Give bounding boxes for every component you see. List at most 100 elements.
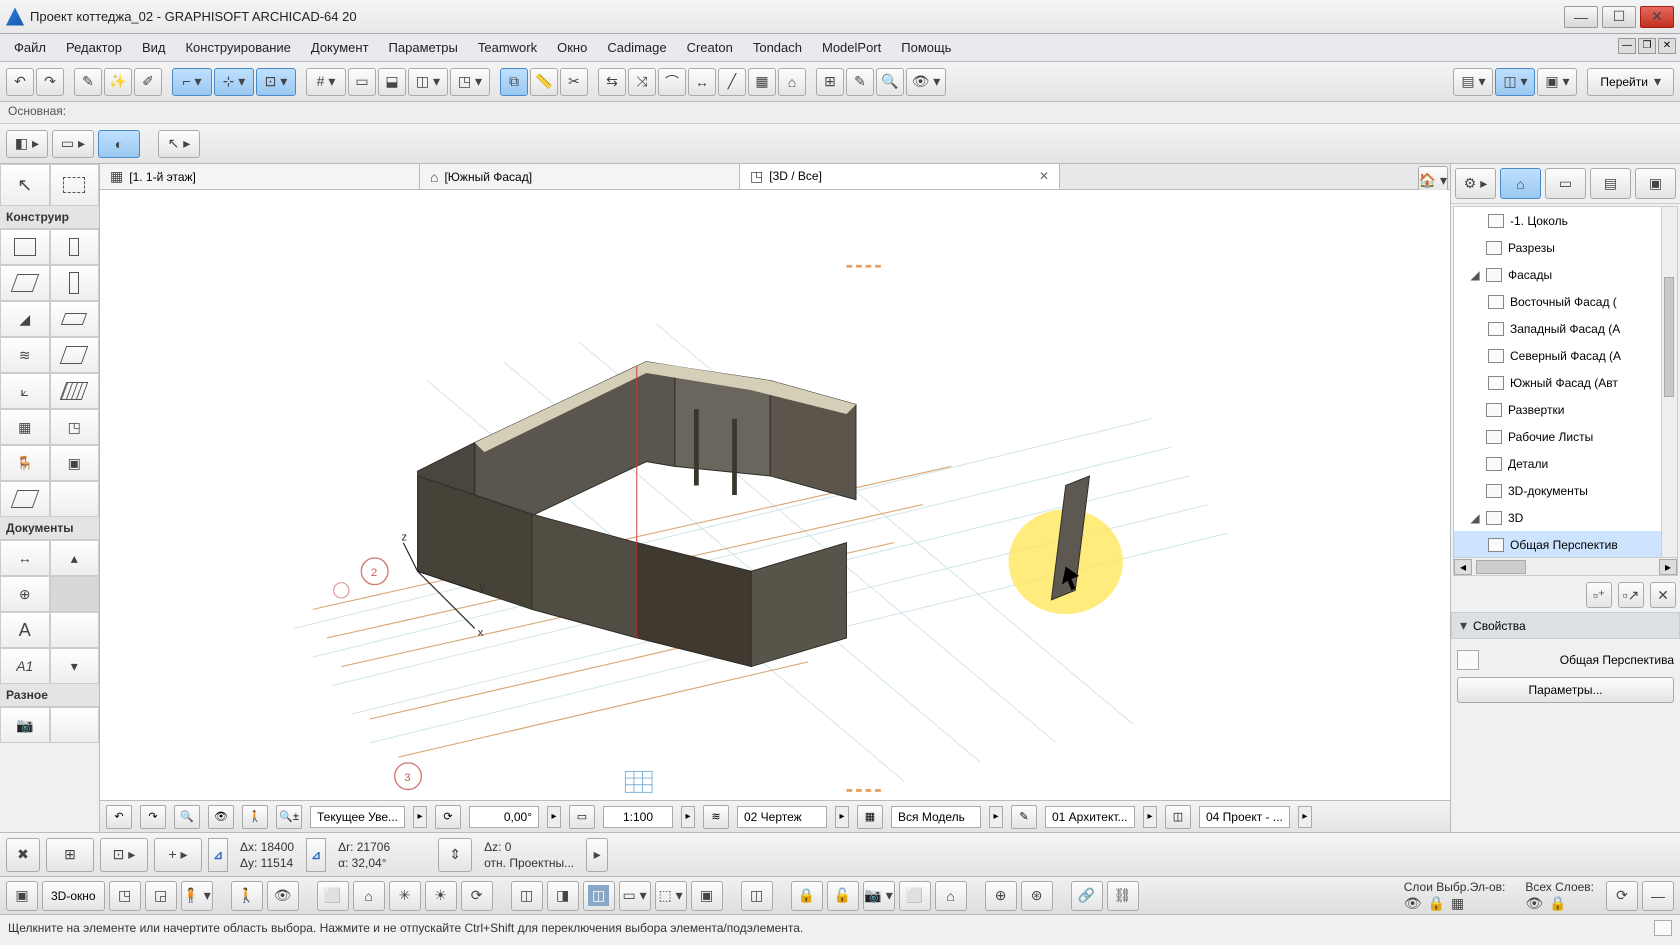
undo-button[interactable]: ↶ bbox=[6, 68, 34, 96]
tree-interior-elev[interactable]: Развертки bbox=[1454, 396, 1677, 423]
menu-creaton[interactable]: Creaton bbox=[677, 36, 743, 59]
gravity-button[interactable]: ⬓ bbox=[378, 68, 406, 96]
tree-3d[interactable]: ◢3D bbox=[1454, 504, 1677, 531]
pick-button[interactable]: ✎ bbox=[74, 68, 102, 96]
suspend-groups-button[interactable]: ⧉ bbox=[500, 68, 528, 96]
project-field[interactable]: 04 Проект - ... bbox=[1199, 806, 1290, 828]
geometry-method-button[interactable]: ▭ ▸ bbox=[52, 130, 94, 158]
walk-button[interactable]: 🚶 bbox=[242, 805, 268, 829]
offset-button[interactable]: ▦ bbox=[748, 68, 776, 96]
grid-button[interactable]: # ▾ bbox=[306, 68, 346, 96]
explore-dropdown[interactable]: 🧍 ▾ bbox=[181, 881, 213, 911]
show-all[interactable]: ⬜ bbox=[899, 881, 931, 911]
layer-extra1[interactable]: ⟳ bbox=[1606, 881, 1638, 911]
elem-info-button[interactable]: ⊞ bbox=[816, 68, 844, 96]
tree-details[interactable]: Детали bbox=[1454, 450, 1677, 477]
drawing-dropdown[interactable]: ▸ bbox=[835, 806, 849, 828]
aux2[interactable] bbox=[50, 612, 100, 648]
tree-north-elev[interactable]: Северный Фасад (А bbox=[1454, 342, 1677, 369]
fillet-button[interactable]: ⌒ bbox=[658, 68, 686, 96]
tree-south-elev[interactable]: Южный Фасад (Авт bbox=[1454, 369, 1677, 396]
reorient-button[interactable]: ⊛ bbox=[1021, 881, 1053, 911]
eye-icon[interactable]: 👁 bbox=[1525, 895, 1543, 912]
nav-project-map-button[interactable]: ⌂ bbox=[1500, 168, 1541, 199]
status-icon[interactable] bbox=[1654, 920, 1672, 936]
shell-tool[interactable] bbox=[50, 337, 100, 373]
menu-options[interactable]: Параметры bbox=[379, 36, 468, 59]
guideline-button[interactable]: ⌐ ▾ bbox=[172, 68, 212, 96]
navigator-tree[interactable]: -1. Цоколь Разрезы ◢Фасады Восточный Фас… bbox=[1453, 206, 1678, 576]
coord-mode2[interactable]: ⊡ ▸ bbox=[100, 838, 148, 872]
new-view-button[interactable]: ▫⁺ bbox=[1586, 582, 1612, 608]
sun-button[interactable]: ☀ bbox=[425, 881, 457, 911]
tree-vscrollbar[interactable] bbox=[1661, 207, 1677, 557]
orbit-button[interactable]: 👁 bbox=[208, 805, 234, 829]
menu-view[interactable]: Вид bbox=[132, 36, 176, 59]
workspace-button[interactable]: ▣ ▾ bbox=[1537, 68, 1577, 96]
origin-button[interactable]: ✖ bbox=[6, 838, 40, 872]
clip-dropdown[interactable]: ▭ ▾ bbox=[619, 881, 651, 911]
tree-worksheets[interactable]: Рабочие Листы bbox=[1454, 423, 1677, 450]
lamp-tool[interactable] bbox=[0, 481, 50, 517]
3d-window-icon[interactable]: ▣ bbox=[6, 881, 38, 911]
marquee-tool[interactable] bbox=[50, 164, 100, 206]
redo-button[interactable]: ↷ bbox=[36, 68, 64, 96]
show-hide-button[interactable]: 👁 ▾ bbox=[906, 68, 946, 96]
mode-walk[interactable]: 🚶 bbox=[231, 881, 263, 911]
drawing-field[interactable]: 02 Чертеж bbox=[737, 806, 827, 828]
tree-east-elev[interactable]: Восточный Фасад ( bbox=[1454, 288, 1677, 315]
magic-wand-button[interactable]: ✨ bbox=[104, 68, 132, 96]
tree-hscrollbar[interactable]: ◂▸ bbox=[1454, 557, 1677, 575]
minimize-button[interactable]: — bbox=[1564, 6, 1598, 28]
layer-extra2[interactable]: — bbox=[1642, 881, 1674, 911]
project-dropdown[interactable]: ▸ bbox=[1298, 806, 1312, 828]
menu-teamwork[interactable]: Teamwork bbox=[468, 36, 547, 59]
coord-mode1[interactable]: ⊞ bbox=[46, 838, 94, 872]
dimension-tool[interactable]: ↔ bbox=[0, 540, 50, 576]
door-tool[interactable] bbox=[50, 229, 100, 265]
intersect-button[interactable]: ⤨ bbox=[628, 68, 656, 96]
zoom-mode-button[interactable]: 🔍± bbox=[276, 805, 302, 829]
nav-publisher-button[interactable]: ▣ bbox=[1635, 168, 1676, 199]
aux-tool[interactable] bbox=[50, 481, 100, 517]
arch-field[interactable]: 01 Архитект... bbox=[1045, 806, 1135, 828]
model-field[interactable]: Вся Модель bbox=[891, 806, 981, 828]
nav-settings-button[interactable]: ⚙ ▸ bbox=[1455, 168, 1496, 199]
menu-cadimage[interactable]: Cadimage bbox=[597, 36, 676, 59]
menu-window[interactable]: Окно bbox=[547, 36, 597, 59]
split-button[interactable]: ╱ bbox=[718, 68, 746, 96]
tree-elevations[interactable]: ◢Фасады bbox=[1454, 261, 1677, 288]
rotation-icon[interactable]: ⟳ bbox=[435, 805, 461, 829]
axo-button[interactable]: ◲ bbox=[145, 881, 177, 911]
proj-iso[interactable]: ✳ bbox=[389, 881, 421, 911]
menu-document[interactable]: Документ bbox=[301, 36, 379, 59]
wire-icon[interactable]: ▦ bbox=[1451, 895, 1464, 912]
inject-button[interactable]: ✐ bbox=[134, 68, 162, 96]
ruler-button[interactable]: ▭ bbox=[348, 68, 376, 96]
menu-modelport[interactable]: ModelPort bbox=[812, 36, 891, 59]
arrow-mode-button[interactable]: ↖ ▸ bbox=[158, 130, 200, 158]
window-tool[interactable] bbox=[50, 265, 100, 301]
tab-options-button[interactable]: ▤ ▾ bbox=[1453, 68, 1493, 96]
z-mode-button[interactable]: ⇕ bbox=[438, 838, 472, 872]
doc-restore-button[interactable]: ❐ bbox=[1638, 38, 1656, 54]
roof-tool[interactable] bbox=[50, 301, 100, 337]
tree-3d-docs[interactable]: 3D-документы bbox=[1454, 477, 1677, 504]
beam-tool[interactable]: ≋ bbox=[0, 337, 50, 373]
text-tool[interactable]: A bbox=[0, 612, 50, 648]
model-dropdown[interactable]: ▸ bbox=[989, 806, 1003, 828]
element-snap-button[interactable]: ◫ ▾ bbox=[408, 68, 448, 96]
nav-layout-book-button[interactable]: ▤ bbox=[1590, 168, 1631, 199]
tab-elevation[interactable]: ⌂ [Южный Фасад] bbox=[420, 164, 740, 189]
zoom-button[interactable]: 🔍 bbox=[174, 805, 200, 829]
morph-tool[interactable]: ◳ bbox=[50, 409, 100, 445]
scroll-up[interactable]: ▴ bbox=[50, 540, 100, 576]
palette-toggle-button[interactable]: ◫ ▾ bbox=[1495, 68, 1535, 96]
doc-minimize-button[interactable]: — bbox=[1618, 38, 1636, 54]
tab-floor-plan[interactable]: ▦ [1. 1-й этаж] bbox=[100, 164, 420, 189]
surface-snap-button[interactable]: ◳ ▾ bbox=[450, 68, 490, 96]
nav-view-map-button[interactable]: ▭ bbox=[1545, 168, 1586, 199]
tree-sections[interactable]: Разрезы bbox=[1454, 234, 1677, 261]
column-tool[interactable]: ◢ bbox=[0, 301, 50, 337]
section-3d[interactable]: ◫ bbox=[741, 881, 773, 911]
